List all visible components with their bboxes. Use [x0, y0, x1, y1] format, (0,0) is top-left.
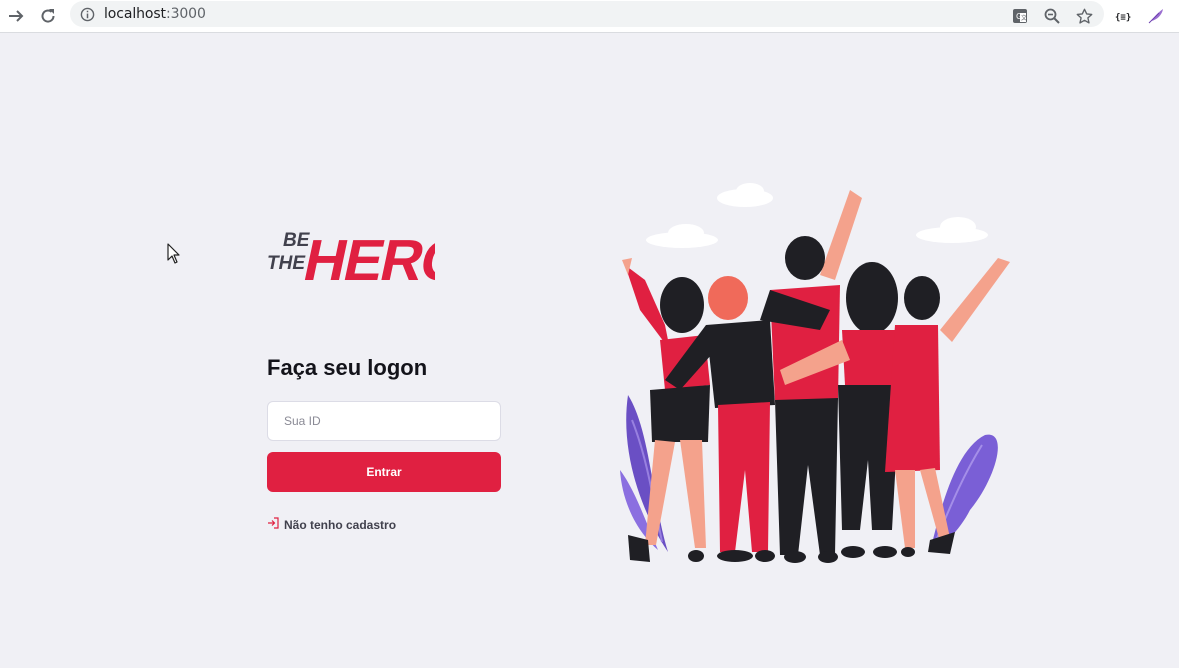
- log-in-icon: [267, 517, 279, 532]
- svg-text:{≡}: {≡}: [1115, 13, 1131, 23]
- reload-icon[interactable]: [36, 4, 60, 28]
- svg-text:文: 文: [1021, 14, 1027, 22]
- zoom-out-icon[interactable]: [1040, 4, 1064, 28]
- feather-extension-icon[interactable]: [1144, 4, 1168, 28]
- register-link[interactable]: Não tenho cadastro: [267, 517, 396, 532]
- back-arrow-icon[interactable]: [4, 4, 28, 28]
- logo-line2: THE: [267, 253, 306, 274]
- address-bar[interactable]: localhost:3000: [70, 1, 1104, 27]
- be-the-hero-logo: BE THE HERO: [267, 214, 472, 293]
- url-host: localhost: [104, 6, 166, 22]
- logon-title: Faça seu logon: [267, 355, 428, 380]
- url-port: :3000: [165, 6, 206, 22]
- json-extension-icon[interactable]: {≡}: [1112, 4, 1136, 28]
- login-button[interactable]: Entrar: [267, 452, 501, 492]
- info-icon[interactable]: [78, 5, 96, 23]
- logo-line1: BE: [283, 230, 311, 251]
- logo-word: HERO: [298, 229, 435, 288]
- heroes-illustration: [610, 180, 1030, 570]
- bookmark-star-icon[interactable]: [1072, 4, 1096, 28]
- browser-toolbar: localhost:3000 G文 {≡}: [0, 0, 1179, 33]
- id-input[interactable]: [267, 401, 501, 441]
- mouse-cursor: [167, 243, 181, 270]
- translate-icon[interactable]: G文: [1008, 4, 1032, 28]
- url-text: localhost:3000: [104, 6, 206, 22]
- register-label: Não tenho cadastro: [284, 517, 397, 532]
